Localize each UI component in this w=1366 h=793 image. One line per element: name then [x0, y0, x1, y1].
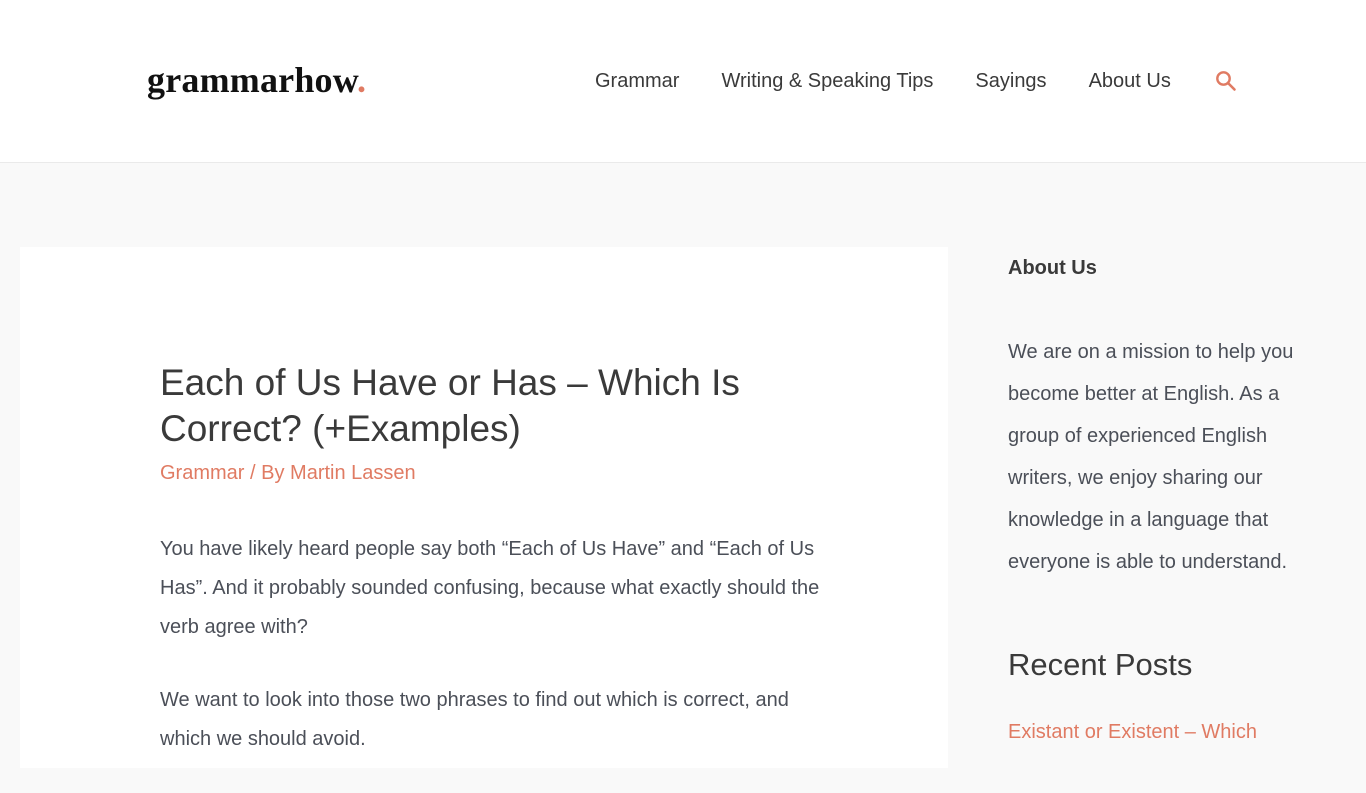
meta-separator: / By	[244, 462, 291, 484]
nav-item-about-us[interactable]: About Us	[1089, 66, 1171, 96]
logo-dot: .	[356, 60, 367, 100]
logo-text: grammarhow	[147, 60, 357, 100]
site-header: grammarhow. Grammar Writing & Speaking T…	[0, 0, 1366, 163]
nav-item-sayings[interactable]: Sayings	[975, 66, 1046, 96]
site-logo[interactable]: grammarhow.	[147, 58, 366, 102]
search-icon[interactable]	[1215, 70, 1237, 92]
article-body: You have likely heard people say both “E…	[160, 530, 820, 793]
article-title: Each of Us Have or Has – Which Is Correc…	[160, 362, 740, 449]
about-widget-title: About Us	[1008, 257, 1097, 279]
about-widget-text: We are on a mission to help you become b…	[1008, 341, 1294, 573]
sidebar: About Us We are on a mission to help you…	[1008, 247, 1328, 745]
nav-item-grammar[interactable]: Grammar	[595, 66, 679, 96]
author-link[interactable]: Martin Lassen	[290, 462, 416, 484]
category-link[interactable]: Grammar	[160, 462, 244, 484]
article-meta: Grammar / By Martin Lassen	[160, 460, 416, 486]
recent-post-link[interactable]: Existant or Existent – Which	[1008, 719, 1328, 745]
nav-item-writing-speaking-tips[interactable]: Writing & Speaking Tips	[721, 66, 933, 96]
main-navigation: Grammar Writing & Speaking Tips Sayings …	[595, 66, 1237, 96]
recent-posts-title: Recent Posts	[1008, 647, 1193, 682]
article-paragraph: We want to look into those two phrases t…	[160, 689, 789, 750]
article-paragraph: You have likely heard people say both “E…	[160, 538, 820, 638]
article-card: Each of Us Have or Has – Which Is Correc…	[20, 247, 948, 768]
